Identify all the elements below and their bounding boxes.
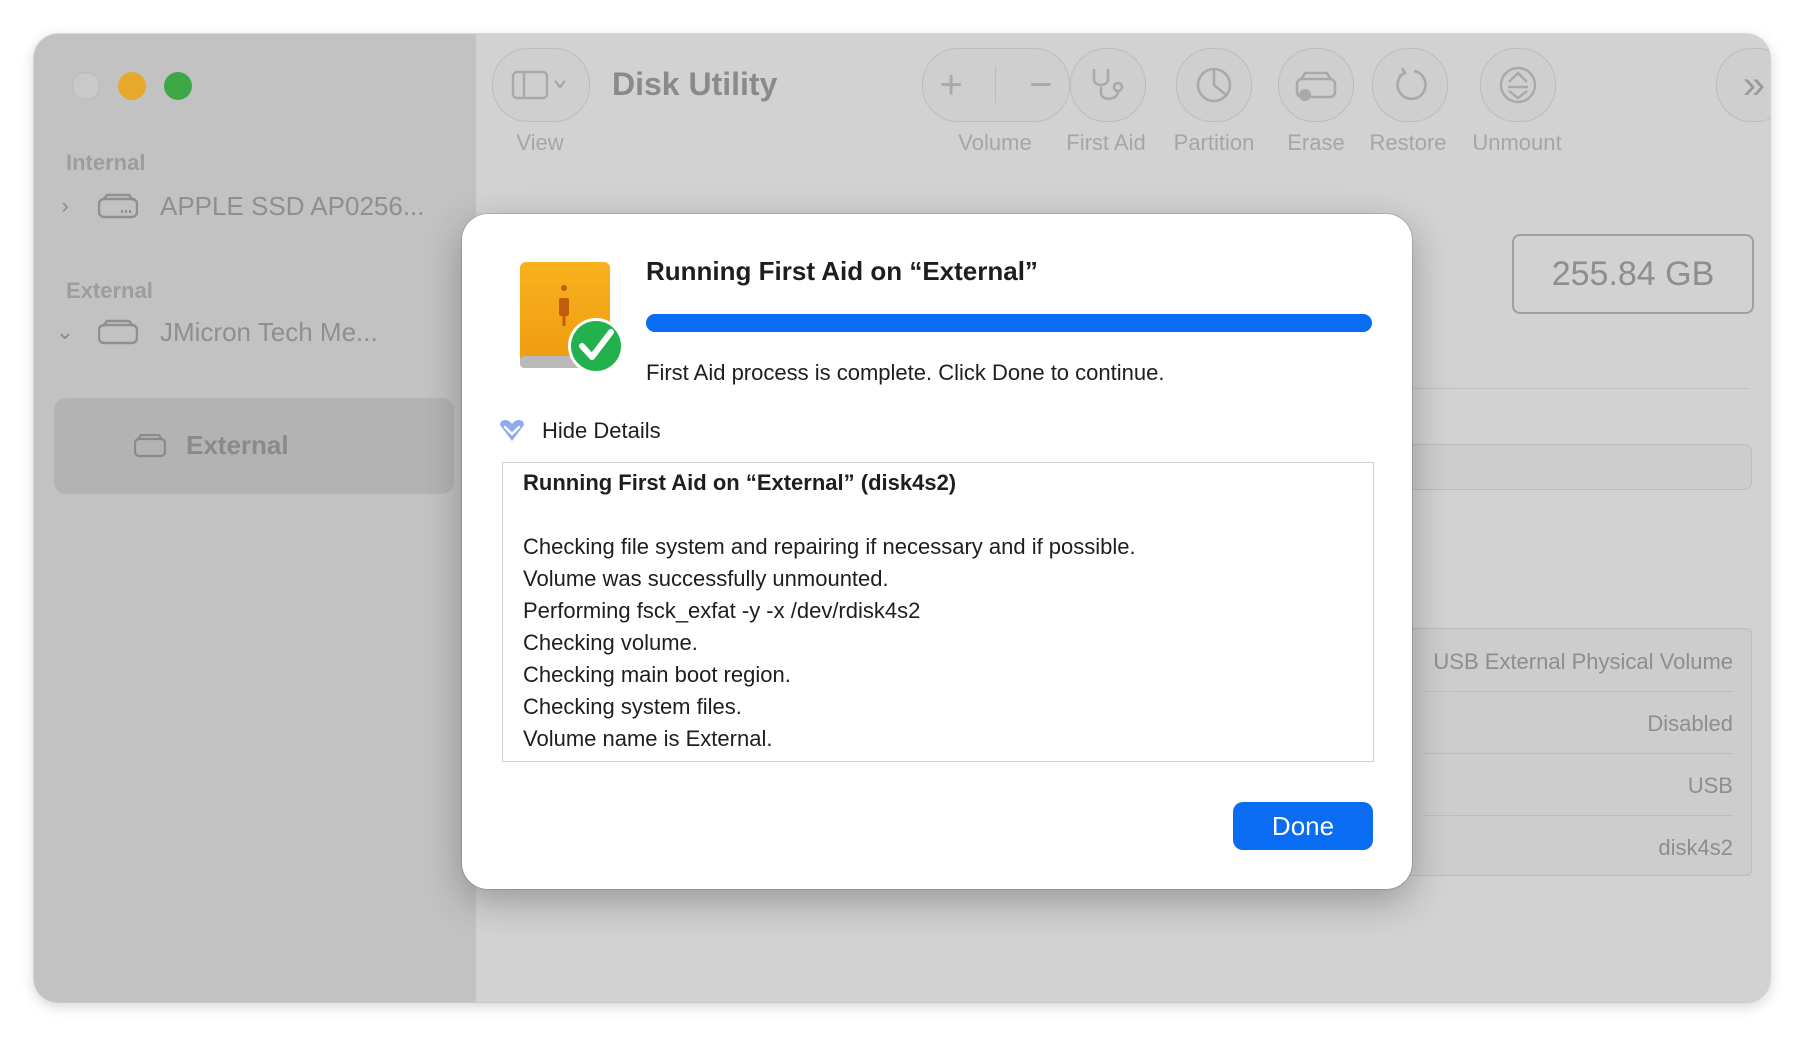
chevron-right-icon[interactable]: › bbox=[54, 193, 76, 219]
log-line: Volume was successfully unmounted. bbox=[523, 566, 889, 591]
external-drive-check-icon bbox=[520, 262, 624, 374]
restore-button[interactable] bbox=[1372, 48, 1448, 122]
restore-icon bbox=[1396, 67, 1427, 101]
log-line: Checking file system and repairing if ne… bbox=[523, 534, 1136, 559]
hide-details-toggle[interactable]: Hide Details bbox=[498, 418, 661, 444]
log-line: Checking main boot region. bbox=[523, 662, 791, 687]
unmount-button[interactable] bbox=[1480, 48, 1556, 122]
sidebar-item-label: JMicron Tech Me... bbox=[160, 316, 378, 347]
stethoscope-icon bbox=[1092, 69, 1124, 101]
log-line: Volume name is External. bbox=[523, 726, 773, 751]
log-spacer bbox=[523, 499, 1373, 531]
details-log[interactable]: Running First Aid on “External” (disk4s2… bbox=[502, 462, 1374, 762]
external-drive-icon bbox=[98, 319, 138, 345]
info-value-device: disk4s2 bbox=[1658, 835, 1733, 860]
dialog-title: Running First Aid on “External” bbox=[646, 256, 1038, 286]
volume-separator bbox=[995, 67, 997, 103]
disclosure-chevron-icon bbox=[500, 419, 524, 441]
capacity-display: 255.84 GB bbox=[1512, 234, 1754, 314]
erase-button[interactable] bbox=[1278, 48, 1354, 122]
first-aid-dialog: Running First Aid on “External” First Ai… bbox=[462, 214, 1412, 889]
sidebar-item-external-volume[interactable]: External bbox=[54, 398, 454, 494]
double-chevron-right-icon: » bbox=[1742, 62, 1766, 107]
log-line: Performing fsck_exfat -y -x /dev/rdisk4s… bbox=[523, 598, 921, 623]
sidebar-section-internal: Internal bbox=[66, 150, 146, 175]
dialog-message: First Aid process is complete. Click Don… bbox=[646, 360, 1165, 385]
erase-disk-icon bbox=[1295, 71, 1337, 101]
volume-button-group[interactable]: + − bbox=[922, 48, 1070, 122]
sidebar-toggle-icon bbox=[511, 70, 566, 100]
internal-drive-icon bbox=[98, 193, 138, 219]
sidebar-item-label: APPLE SSD AP0256... bbox=[160, 190, 425, 221]
progress-bar bbox=[646, 314, 1372, 332]
more-toolbar-button[interactable]: » bbox=[1716, 48, 1770, 122]
volume-icon bbox=[134, 434, 166, 458]
pie-chart-icon bbox=[1196, 67, 1232, 103]
unmount-label: Unmount bbox=[1472, 130, 1562, 155]
log-line: Checking system files. bbox=[523, 694, 742, 719]
eject-icon bbox=[1499, 66, 1537, 104]
log-line: Checking volume. bbox=[523, 630, 698, 655]
hide-details-label: Hide Details bbox=[542, 418, 661, 443]
add-volume-icon[interactable]: + bbox=[939, 63, 962, 108]
info-value-owners: Disabled bbox=[1647, 711, 1733, 736]
app-title: Disk Utility bbox=[612, 66, 778, 102]
zoom-window-button[interactable] bbox=[164, 72, 192, 100]
sidebar-section-external: External bbox=[66, 278, 153, 303]
remove-volume-icon[interactable]: − bbox=[1029, 63, 1052, 108]
info-separator bbox=[1423, 815, 1733, 816]
done-button[interactable]: Done bbox=[1233, 802, 1373, 850]
view-button[interactable] bbox=[492, 48, 590, 122]
chevron-down-icon[interactable]: ⌄ bbox=[54, 319, 76, 345]
disk-utility-window: Internal › APPLE SSD AP0256... External … bbox=[34, 34, 1770, 1002]
partition-button[interactable] bbox=[1176, 48, 1252, 122]
close-window-button[interactable] bbox=[72, 72, 100, 100]
log-title: Running First Aid on “External” (disk4s2… bbox=[523, 470, 957, 495]
info-value-connection: USB bbox=[1687, 773, 1733, 798]
first-aid-button[interactable] bbox=[1070, 48, 1146, 122]
view-label: View bbox=[516, 130, 564, 155]
sidebar-item-external-disk[interactable]: ⌄ JMicron Tech Me... bbox=[54, 306, 378, 358]
info-separator bbox=[1423, 753, 1733, 754]
sidebar-item-label: External bbox=[186, 430, 289, 460]
sidebar-item-internal-disk[interactable]: › APPLE SSD AP0256... bbox=[54, 180, 425, 232]
info-separator bbox=[1423, 691, 1733, 692]
sidebar: Internal › APPLE SSD AP0256... External … bbox=[34, 34, 476, 1002]
minimize-window-button[interactable] bbox=[118, 72, 146, 100]
info-value-type: USB External Physical Volume bbox=[1433, 649, 1733, 674]
